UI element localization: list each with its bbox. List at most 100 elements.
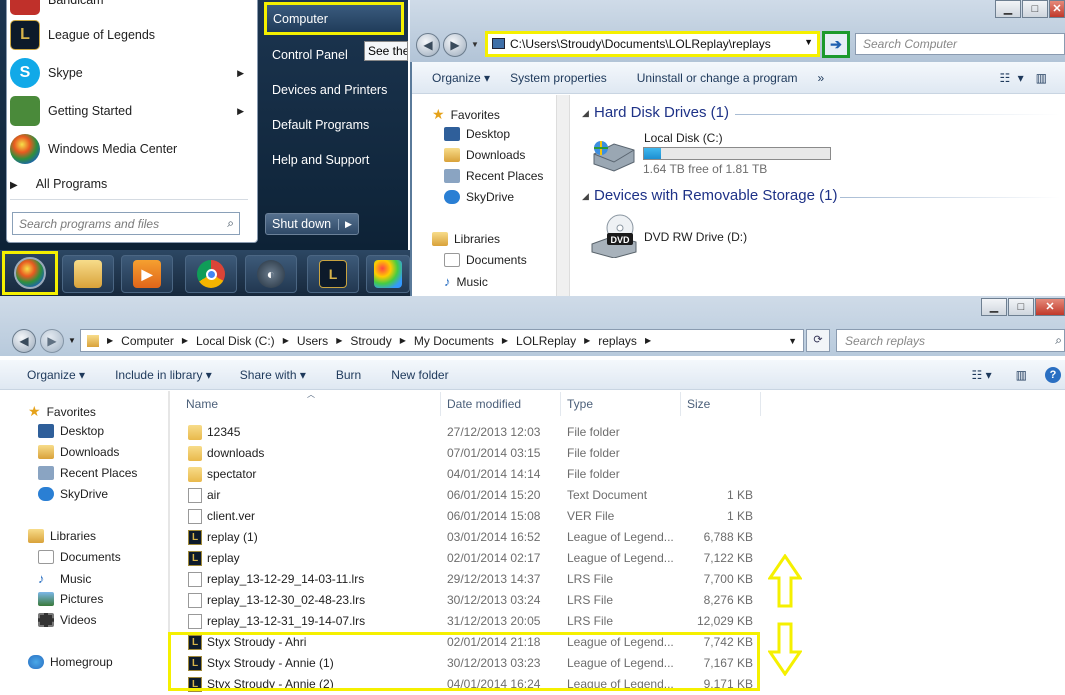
include-in-library-button[interactable]: Include in library ▾ [115, 368, 212, 382]
file-row[interactable]: Lreplay 02/01/2014 02:17 League of Legend.… [180, 548, 765, 569]
nav-downloads[interactable]: Downloads [38, 445, 119, 459]
nav-videos[interactable]: Videos [38, 613, 96, 627]
more-commands-button[interactable]: » [818, 71, 825, 85]
address-dropdown-icon[interactable]: ▼ [788, 336, 797, 346]
start-menu-program[interactable]: Windows Media Center [10, 131, 254, 167]
file-row[interactable]: downloads 07/01/2014 03:15 File folder [180, 443, 765, 464]
default-programs-item[interactable]: Default Programs [272, 118, 369, 132]
local-disk-item[interactable] [592, 140, 636, 172]
nav-skydrive[interactable]: SkyDrive [38, 487, 108, 501]
help-and-support-item[interactable]: Help and Support [272, 153, 369, 167]
dvd-drive-name[interactable]: DVD RW Drive (D:) [644, 230, 747, 244]
nav-skydrive[interactable]: SkyDrive [444, 190, 514, 204]
column-separator[interactable] [440, 392, 441, 416]
removable-storage-header[interactable]: Devices with Removable Storage (1) [594, 187, 837, 204]
column-type[interactable]: Type [567, 397, 593, 411]
taskbar-chrome-button[interactable] [185, 255, 237, 293]
taskbar-steam-button[interactable]: ◐ [245, 255, 297, 293]
column-size[interactable]: Size [687, 397, 710, 411]
nav-downloads[interactable]: Downloads [444, 148, 525, 162]
chevron-right-icon[interactable]: ▶ [182, 336, 188, 345]
breadcrumb-computer[interactable]: Computer [121, 334, 174, 348]
start-menu-program[interactable]: Bandicam [10, 0, 254, 18]
recent-pages-dropdown-icon[interactable]: ▼ [471, 40, 479, 49]
column-separator[interactable] [760, 392, 761, 416]
file-row[interactable]: replay_13-12-30_02-48-23.lrs 30/12/2013 0… [180, 590, 765, 611]
search-replays-input[interactable]: Search replays ⌕ [836, 329, 1065, 352]
search-computer-input[interactable]: Search Computer [855, 33, 1065, 55]
shut-down-button[interactable]: Shut down ▶ [265, 213, 359, 235]
dvd-drive-item[interactable]: DVD [590, 214, 638, 259]
chevron-right-icon[interactable]: ▶ [400, 336, 406, 345]
all-programs-item[interactable]: ▶ All Programs [10, 177, 107, 191]
breadcrumb-stroudy[interactable]: Stroudy [350, 334, 391, 348]
minimize-button[interactable]: ▁ [981, 298, 1007, 316]
start-menu-computer-item[interactable]: Computer [264, 2, 404, 35]
system-properties-button[interactable]: System properties [510, 71, 607, 85]
chevron-right-icon[interactable]: ▶ [584, 336, 590, 345]
address-dropdown-icon[interactable]: ▼ [804, 37, 813, 47]
taskbar-league-button[interactable]: L [307, 255, 359, 293]
chevron-right-icon[interactable]: ▶ [502, 336, 508, 345]
collapse-icon[interactable]: ◢ [582, 191, 589, 202]
preview-pane-icon[interactable]: ▥ [1036, 71, 1047, 85]
share-with-button[interactable]: Share with ▾ [240, 368, 306, 382]
column-date-modified[interactable]: Date modified [447, 397, 521, 411]
nav-libraries[interactable]: Libraries [28, 529, 96, 543]
collapse-icon[interactable]: ◢ [582, 108, 589, 119]
breadcrumb-replays[interactable]: replays [598, 334, 637, 348]
nav-recent-places[interactable]: Recent Places [38, 466, 137, 480]
preview-pane-icon[interactable]: ▥ [1016, 368, 1027, 382]
burn-button[interactable]: Burn [336, 368, 361, 382]
new-folder-button[interactable]: New folder [391, 368, 448, 382]
control-panel-item[interactable]: Control Panel [272, 48, 348, 62]
nav-documents[interactable]: Documents [38, 550, 121, 564]
organize-button[interactable]: Organize ▾ [432, 71, 490, 85]
nav-music[interactable]: ♪ Music [38, 571, 91, 586]
taskbar-paint-button[interactable] [366, 255, 410, 293]
taskbar-explorer-button[interactable] [62, 255, 114, 293]
chevron-right-icon[interactable]: ▶ [283, 336, 289, 345]
refresh-button[interactable]: ⟳ [806, 329, 830, 352]
column-name[interactable]: Name [186, 397, 218, 411]
nav-recent-places[interactable]: Recent Places [444, 169, 543, 183]
taskbar-media-player-button[interactable]: ▶ [121, 255, 173, 293]
address-bar[interactable]: C:\Users\Stroudy\Documents\LOLReplay\rep… [485, 31, 820, 57]
close-button[interactable]: ✕ [1049, 0, 1065, 18]
maximize-button[interactable]: □ [1022, 0, 1048, 18]
view-options-icon[interactable]: ☷ ▾ [1000, 71, 1026, 85]
breadcrumb-lolreplay[interactable]: LOLReplay [516, 334, 576, 348]
file-row[interactable]: replay_13-12-31_19-14-07.lrs 31/12/2013 2… [180, 611, 765, 632]
start-menu-program[interactable]: S Skype ▶ [10, 55, 254, 91]
nav-favorites[interactable]: ★ Favorites [28, 403, 96, 420]
nav-favorites[interactable]: ★ Favorites [432, 106, 500, 123]
shutdown-options-arrow-icon[interactable]: ▶ [338, 218, 358, 230]
nav-desktop[interactable]: Desktop [444, 127, 510, 141]
nav-desktop[interactable]: Desktop [38, 424, 104, 438]
breadcrumb-my-documents[interactable]: My Documents [414, 334, 494, 348]
chevron-right-icon[interactable]: ▶ [336, 336, 342, 345]
file-row[interactable]: 12345 27/12/2013 12:03 File folder [180, 422, 765, 443]
breadcrumb[interactable]: ▶ Computer ▶ Local Disk (C:) ▶ Users ▶ S… [80, 329, 804, 352]
nav-libraries[interactable]: Libraries [432, 232, 500, 246]
start-menu-program[interactable]: L League of Legends [10, 17, 254, 53]
view-options-icon[interactable]: ☷ ▾ [972, 368, 992, 382]
back-button[interactable]: ◀ [12, 329, 36, 353]
organize-button[interactable]: Organize ▾ [27, 368, 85, 382]
file-row[interactable]: air 06/01/2014 15:20 Text Document 1 KB [180, 485, 765, 506]
local-disk-name[interactable]: Local Disk (C:) [644, 131, 723, 145]
nav-pictures[interactable]: Pictures [38, 592, 103, 606]
go-button[interactable]: ➔ [822, 31, 850, 58]
recent-pages-dropdown-icon[interactable]: ▼ [68, 336, 76, 345]
nav-documents[interactable]: Documents [444, 253, 527, 267]
file-row[interactable]: Lreplay (1) 03/01/2014 16:52 League of Leg… [180, 527, 765, 548]
file-row[interactable]: client.ver 06/01/2014 15:08 VER File 1 KB [180, 506, 765, 527]
start-menu-program[interactable]: Getting Started ▶ [10, 93, 254, 129]
maximize-button[interactable]: □ [1008, 298, 1034, 316]
breadcrumb-users[interactable]: Users [297, 334, 328, 348]
help-icon[interactable]: ? [1045, 366, 1061, 383]
file-row[interactable]: replay_13-12-29_14-03-11.lrs 29/12/2013 1… [180, 569, 765, 590]
file-row[interactable]: spectator 04/01/2014 14:14 File folder [180, 464, 765, 485]
column-separator[interactable] [560, 392, 561, 416]
devices-and-printers-item[interactable]: Devices and Printers [272, 83, 387, 97]
